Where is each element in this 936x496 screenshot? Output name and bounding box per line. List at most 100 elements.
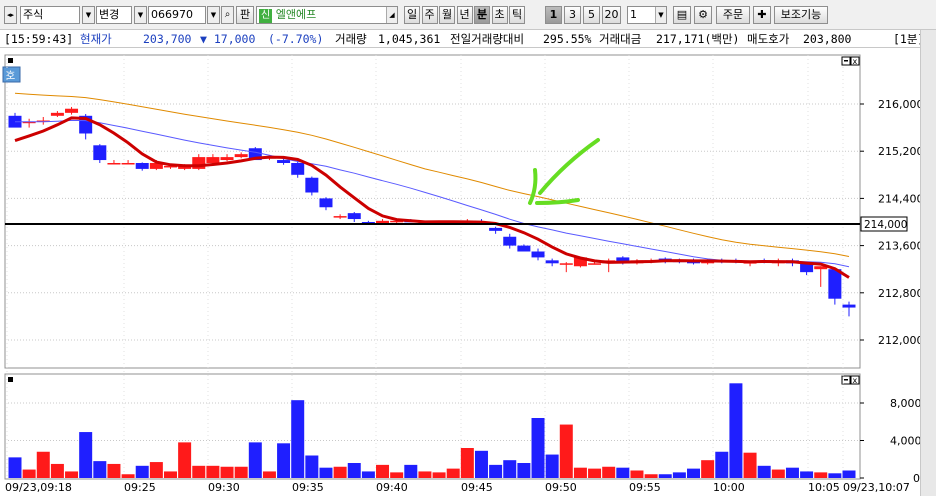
- minute-button[interactable]: 1: [545, 6, 562, 24]
- volume-bar: [474, 450, 488, 478]
- price-change-pct: (-7.70%): [268, 32, 324, 46]
- time-tick-label: 09:25: [124, 481, 156, 494]
- period-button[interactable]: 초: [491, 6, 508, 24]
- prev-ratio-label: 전일거래량대비: [450, 32, 525, 46]
- settings-icon[interactable]: ⚙: [694, 6, 712, 24]
- volume-bar: [178, 442, 192, 478]
- volume-bar: [672, 472, 686, 478]
- minute-button[interactable]: 3: [564, 6, 581, 24]
- period-button[interactable]: 월: [439, 6, 455, 24]
- market-select[interactable]: 주식: [20, 6, 80, 24]
- right-side-panel[interactable]: [920, 30, 936, 496]
- volume-bar: [743, 452, 757, 478]
- period-button[interactable]: 일: [404, 6, 420, 24]
- volume-bar: [503, 460, 517, 478]
- candle-body: [376, 220, 390, 224]
- price-tick-label: 216,000: [878, 98, 920, 111]
- aux-button[interactable]: 보조기능: [774, 6, 828, 24]
- market-toggle-icon[interactable]: ◂▸: [4, 6, 17, 24]
- order-button[interactable]: 주문: [716, 6, 750, 24]
- period-button[interactable]: 분: [474, 6, 490, 24]
- price-label: 현재가: [80, 32, 112, 46]
- volume-bar: [729, 383, 743, 478]
- volume-bar: [588, 468, 602, 478]
- volume-value: 1,045,361: [378, 32, 441, 46]
- volume-bar: [305, 455, 319, 478]
- volume-bar: [644, 474, 658, 478]
- candle-body: [206, 157, 220, 163]
- volume-panel-window-icons[interactable]: x: [841, 375, 860, 385]
- save-icon[interactable]: ▤: [673, 6, 691, 24]
- volume-bar: [785, 467, 799, 478]
- candle-body: [503, 236, 517, 246]
- volume-bar: [432, 472, 446, 478]
- volume-bar: [404, 464, 418, 478]
- candle-body: [545, 260, 559, 264]
- candle-body: [559, 263, 573, 265]
- volume-bar: [234, 466, 248, 478]
- volume-bar: [630, 470, 644, 478]
- candle-body: [277, 160, 291, 163]
- volume-bar: [418, 471, 432, 478]
- candle-body: [50, 112, 64, 116]
- period-button[interactable]: 년: [456, 6, 473, 24]
- change-dropdown-icon[interactable]: ▼: [82, 6, 95, 24]
- aux-label: 보조기능: [780, 8, 822, 21]
- volume-bar: [559, 424, 573, 478]
- pan-button[interactable]: 판: [236, 6, 254, 24]
- time-tick-label: 09:50: [545, 481, 577, 494]
- stock-name-field[interactable]: 신 엘앤에프 ◢: [256, 6, 398, 24]
- volume-bar: [262, 471, 276, 478]
- volume-bar: [771, 469, 785, 478]
- change-button[interactable]: 변경: [96, 6, 132, 24]
- amount-label: 거래대금: [599, 32, 642, 46]
- time-tick-label: 09:55: [629, 481, 661, 494]
- stock-chart[interactable]: x x 호 214,000 216,000 215,200 214,400 213,6…: [0, 48, 920, 496]
- volume-bar: [517, 463, 531, 478]
- search-icon[interactable]: ⌕: [221, 6, 234, 24]
- volume-bar: [658, 474, 672, 478]
- current-price: 203,700: [143, 32, 192, 46]
- price-tick-label: 213,600: [878, 240, 920, 253]
- volume-bar: [107, 463, 121, 478]
- minute-input[interactable]: 1 ▼: [627, 6, 667, 24]
- stock-name-dropdown-icon[interactable]: ◢: [386, 7, 397, 23]
- time-tick-label: 09/23,10:07: [843, 481, 910, 494]
- price-badge[interactable]: 호: [2, 66, 21, 83]
- price-level-value: 214,000: [864, 219, 907, 231]
- volume-bar: [814, 472, 828, 478]
- candle-body: [347, 213, 361, 220]
- volume-bar: [79, 432, 93, 478]
- svg-text:x: x: [853, 57, 858, 66]
- minute-button[interactable]: 20: [602, 6, 621, 24]
- volume-bar: [715, 451, 729, 478]
- price-tick-label: 212,000: [878, 334, 920, 347]
- candle-body: [828, 269, 842, 299]
- market-select-value: 주식: [23, 8, 44, 21]
- code-list-icon[interactable]: ▼: [207, 6, 220, 24]
- volume-tick-label: 0: [913, 472, 920, 485]
- volume-bar: [446, 468, 460, 478]
- amount-value: 217,171(백만): [656, 32, 740, 46]
- candle-body: [842, 304, 856, 308]
- code-dropdown-icon[interactable]: ▼: [134, 6, 147, 24]
- price-panel-window-icons[interactable]: x: [841, 56, 860, 66]
- period-button[interactable]: 틱: [509, 6, 525, 24]
- volume-bar: [573, 467, 587, 478]
- volume-panel-corner-icon: [8, 377, 13, 382]
- volume-bar: [163, 471, 177, 478]
- price-change: ▼ 17,000: [200, 32, 256, 46]
- volume-bar: [545, 454, 559, 478]
- candle-body: [333, 216, 347, 218]
- volume-label: 거래량: [335, 32, 367, 46]
- candle-body: [319, 198, 333, 208]
- period-button[interactable]: 주: [421, 6, 438, 24]
- crosshair-icon[interactable]: ✚: [753, 6, 771, 24]
- stock-code-input[interactable]: 066970: [148, 6, 206, 24]
- volume-bar: [800, 471, 814, 478]
- volume-bar: [65, 471, 79, 478]
- minute-dropdown-icon[interactable]: ▼: [655, 7, 666, 23]
- volume-bar: [135, 465, 149, 478]
- volume-bar: [460, 448, 474, 478]
- minute-button[interactable]: 5: [583, 6, 600, 24]
